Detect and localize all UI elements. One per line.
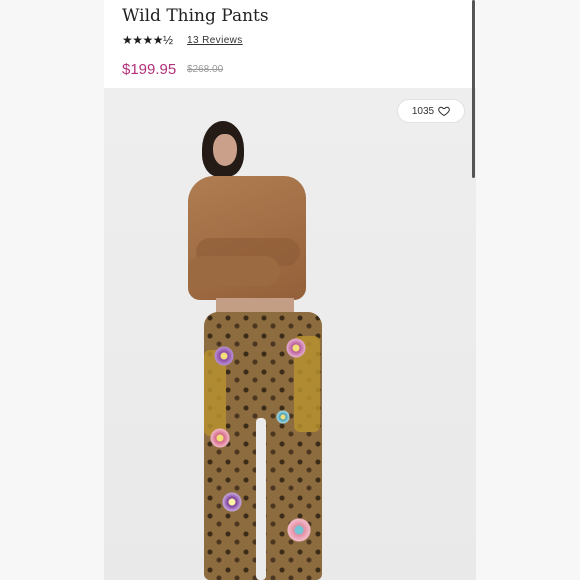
embroidered-flower: [222, 492, 242, 512]
product-photo[interactable]: 1035: [104, 88, 476, 580]
heart-outline-icon: [438, 105, 450, 117]
product-title: Wild Thing Pants: [122, 6, 269, 26]
background-right: [476, 0, 580, 580]
embroidered-flower: [276, 410, 290, 424]
background-left: [0, 0, 104, 580]
embroidered-flower: [214, 346, 234, 366]
embroidered-flower: [287, 518, 311, 542]
scrollbar-thumb[interactable]: [472, 0, 475, 178]
original-price: $268.00: [187, 64, 224, 75]
reviews-link[interactable]: 13 Reviews: [187, 35, 243, 46]
like-count: 1035: [411, 105, 435, 117]
model-face: [213, 134, 237, 166]
like-button[interactable]: 1035: [398, 100, 464, 122]
pants-leg-gap: [256, 418, 266, 580]
rating-stars: ★★★★½: [122, 33, 173, 47]
embroidered-flower: [286, 338, 306, 358]
sale-price: $199.95: [122, 61, 177, 78]
embroidered-flower: [210, 428, 230, 448]
model-arm: [188, 256, 280, 286]
